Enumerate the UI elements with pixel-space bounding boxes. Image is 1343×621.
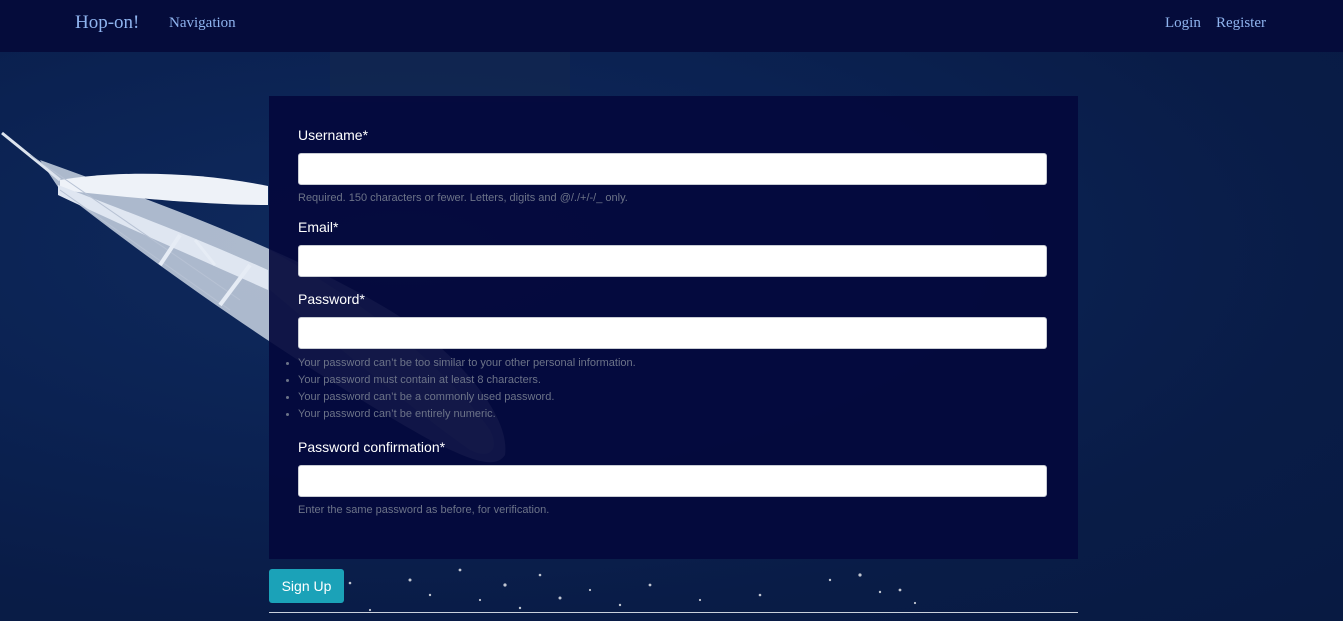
password-confirmation-input[interactable] xyxy=(298,465,1047,497)
password-input[interactable] xyxy=(298,317,1047,349)
form-divider xyxy=(269,612,1078,613)
username-help-text: Required. 150 characters or fewer. Lette… xyxy=(298,192,628,204)
password-label: Password* xyxy=(298,291,365,307)
email-input[interactable] xyxy=(298,245,1047,277)
password-rule-item: Your password can’t be a commonly used p… xyxy=(286,389,636,406)
username-input[interactable] xyxy=(298,153,1047,185)
nav-register-link[interactable]: Register xyxy=(1216,15,1266,32)
password-rule-item: Your password can’t be entirely numeric. xyxy=(286,406,636,423)
signup-form-panel: Username* Required. 150 characters or fe… xyxy=(269,96,1078,559)
sign-up-button[interactable]: Sign Up xyxy=(269,569,344,603)
nav-navigation-link[interactable]: Navigation xyxy=(169,15,236,32)
username-label: Username* xyxy=(298,127,369,143)
password-rule-item: Your password can’t be too similar to yo… xyxy=(286,355,636,372)
password-rule-item: Your password must contain at least 8 ch… xyxy=(286,372,636,389)
nav-login-link[interactable]: Login xyxy=(1165,15,1201,32)
top-navbar: Hop-on! Navigation Login Register xyxy=(0,0,1343,52)
password-rules-list: Your password can’t be too similar to yo… xyxy=(286,355,636,423)
email-label: Email* xyxy=(298,219,339,235)
password-confirmation-label: Password confirmation* xyxy=(298,439,446,455)
brand-logo-link[interactable]: Hop-on! xyxy=(75,12,139,34)
password-confirmation-help-text: Enter the same password as before, for v… xyxy=(298,504,550,516)
